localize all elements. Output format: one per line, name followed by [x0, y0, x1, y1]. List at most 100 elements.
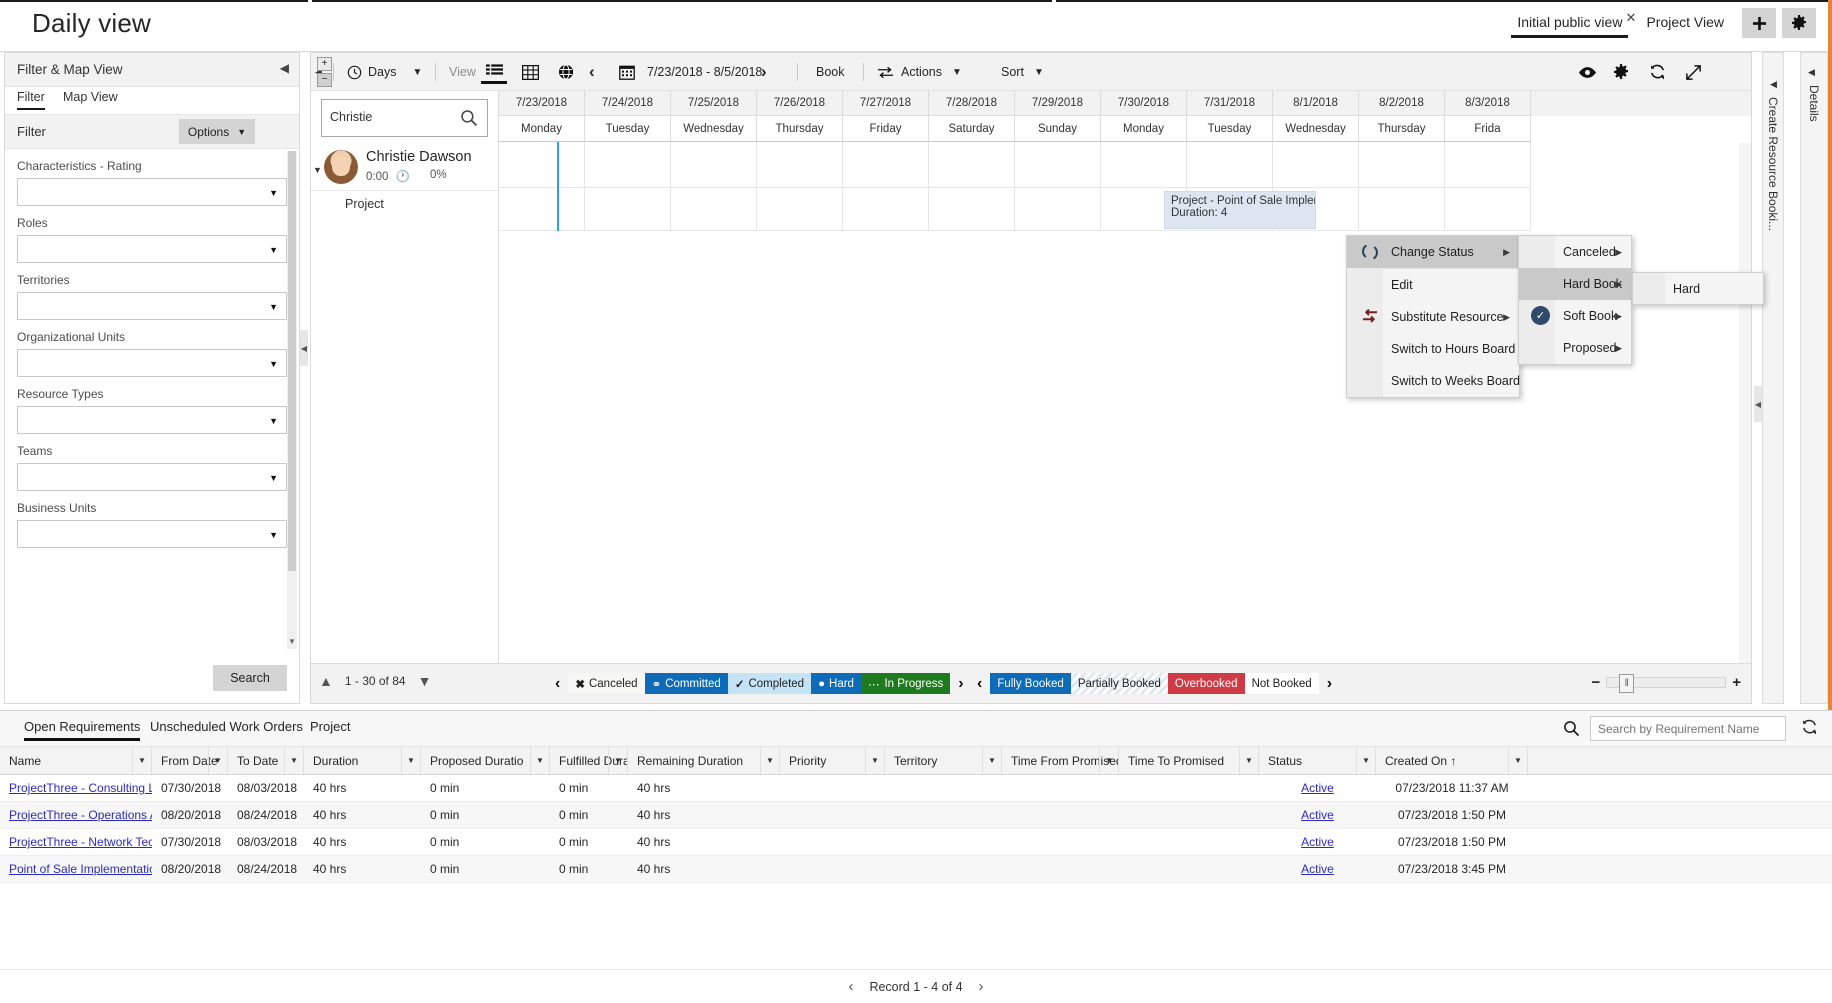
zoom-in-button[interactable]: +: [317, 57, 332, 71]
booking-block[interactable]: Project - Point of Sale Implemen Duratio…: [1164, 191, 1316, 229]
page-up-icon[interactable]: ▲: [319, 673, 333, 689]
organizational-units-select[interactable]: ▼: [17, 349, 287, 377]
col-remaining-duration[interactable]: Remaining Duration ▼: [628, 747, 780, 774]
legend-in-progress[interactable]: ⋯ In Progress: [860, 673, 951, 694]
col-to-date[interactable]: To Date ▼: [228, 747, 304, 774]
scheduler-splitter[interactable]: ◀: [1754, 386, 1762, 422]
requirement-link[interactable]: ProjectThree - Network Technician: [9, 835, 152, 849]
requirement-link[interactable]: ProjectThree - Consulting Lead: [9, 781, 152, 795]
date-cell[interactable]: 7/23/2018: [499, 91, 585, 116]
col-duration[interactable]: Duration ▼: [304, 747, 421, 774]
legend-overbooked[interactable]: Overbooked: [1167, 673, 1245, 694]
expand-collapse-icon[interactable]: ▼: [313, 165, 322, 175]
date-cell[interactable]: 7/27/2018: [843, 91, 929, 116]
hard-book-item-hard[interactable]: Hard: [1633, 273, 1763, 304]
chevron-left-icon[interactable]: ◀: [1808, 67, 1815, 78]
booking-legend-next[interactable]: ›: [1319, 675, 1340, 693]
date-cell[interactable]: 7/24/2018: [585, 91, 671, 116]
menu-item-change-status[interactable]: Change Status ▶: [1347, 236, 1519, 268]
menu-item-edit[interactable]: Edit: [1347, 269, 1519, 301]
scheduler-vertical-scrollbar[interactable]: [1739, 143, 1751, 663]
resource-search[interactable]: [321, 99, 488, 137]
status-item-soft-book[interactable]: ✓ Soft Book ▶: [1519, 300, 1631, 332]
col-fulfilled-duration[interactable]: Fulfilled Duration▼: [550, 747, 628, 774]
requirement-link[interactable]: Point of Sale Implementation - O...: [9, 862, 152, 876]
date-cell[interactable]: 7/31/2018: [1187, 91, 1273, 116]
col-created-on[interactable]: Created On ↑ ▼: [1376, 747, 1528, 774]
characteristics-rating-select[interactable]: ▼: [17, 178, 287, 206]
zoom-slider-thumb[interactable]: ‖: [1619, 674, 1635, 693]
date-cell[interactable]: 8/2/2018: [1359, 91, 1445, 116]
search-button[interactable]: Search: [213, 665, 287, 691]
options-button[interactable]: Options ▼: [179, 119, 255, 144]
filter-icon[interactable]: ▼: [1356, 747, 1375, 774]
create-resource-booking-rail[interactable]: ◀ Create Resource Booki...: [1762, 52, 1784, 704]
filter-icon[interactable]: ▼: [608, 747, 627, 774]
legend-hard[interactable]: ● Hard: [811, 673, 861, 694]
prev-record-icon[interactable]: ‹: [848, 978, 853, 995]
next-record-icon[interactable]: ›: [979, 978, 984, 995]
filter-icon[interactable]: ▼: [760, 747, 779, 774]
project-lane[interactable]: [499, 188, 1751, 231]
resource-row[interactable]: ▼ Christie Dawson 0:00 🕐 0% Project: [311, 145, 498, 211]
prev-period-button[interactable]: ‹: [589, 53, 595, 91]
col-name[interactable]: Name ▼: [0, 747, 152, 774]
col-status[interactable]: Status ▼: [1259, 747, 1376, 774]
filter-icon[interactable]: ▼: [1508, 747, 1527, 774]
menu-item-switch-hours-board[interactable]: Switch to Hours Board: [1347, 333, 1519, 365]
table-row[interactable]: ProjectThree - Network Technician 07/30/…: [0, 829, 1832, 856]
filter-icon[interactable]: ▼: [530, 747, 549, 774]
date-cell[interactable]: 7/28/2018: [929, 91, 1015, 116]
filter-icon[interactable]: ▼: [982, 747, 1001, 774]
roles-select[interactable]: ▼: [17, 235, 287, 263]
table-row[interactable]: Point of Sale Implementation - O... 08/2…: [0, 856, 1832, 883]
filter-icon[interactable]: ▼: [208, 747, 227, 774]
date-cell[interactable]: 8/1/2018: [1273, 91, 1359, 116]
panel-splitter[interactable]: ◀: [300, 330, 308, 366]
col-priority[interactable]: Priority ▼: [780, 747, 885, 774]
tab-map-view[interactable]: Map View: [63, 90, 118, 110]
sort-menu[interactable]: Sort ▼: [1001, 53, 1044, 91]
col-time-to-promised[interactable]: Time To Promised ▼: [1119, 747, 1259, 774]
search-icon[interactable]: [1563, 720, 1580, 740]
col-time-from-promised[interactable]: Time From Promised ▼: [1002, 747, 1119, 774]
legend-committed[interactable]: ⚭ Committed: [644, 673, 728, 694]
requirement-link[interactable]: ProjectThree - Operations Analyst: [9, 808, 152, 822]
filter-scrollbar[interactable]: ▼: [287, 151, 297, 649]
filter-icon[interactable]: ▼: [1239, 747, 1258, 774]
date-cell[interactable]: 7/29/2018: [1015, 91, 1101, 116]
visibility-button[interactable]: [1578, 53, 1597, 91]
scale-selector[interactable]: Days ▼: [347, 53, 422, 91]
status-legend-prev[interactable]: ‹: [547, 675, 568, 693]
zoom-out-button[interactable]: −: [317, 73, 332, 87]
date-cell[interactable]: 7/25/2018: [671, 91, 757, 116]
tab-initial-public-view[interactable]: Initial public view ✕: [1505, 8, 1636, 40]
status-item-canceled[interactable]: Canceled ▶: [1519, 236, 1631, 268]
date-cell[interactable]: 7/30/2018: [1101, 91, 1187, 116]
col-territory[interactable]: Territory ▼: [885, 747, 1002, 774]
chevron-left-icon[interactable]: ◀: [1770, 79, 1777, 90]
requirement-search-input[interactable]: [1591, 717, 1785, 740]
actions-menu[interactable]: Actions ▼: [877, 53, 962, 91]
status-item-hard-book[interactable]: Hard Book ▶: [1519, 268, 1631, 300]
filter-icon[interactable]: ▼: [132, 747, 151, 774]
status-item-proposed[interactable]: Proposed ▶: [1519, 332, 1631, 364]
menu-item-switch-weeks-board[interactable]: Switch to Weeks Board: [1347, 365, 1520, 397]
zoom-slider-track[interactable]: ‖: [1606, 674, 1727, 693]
filter-scrollbar-thumb[interactable]: [288, 151, 296, 571]
refresh-button[interactable]: [1649, 53, 1666, 91]
book-button[interactable]: Book: [816, 53, 845, 91]
resource-lane[interactable]: [499, 142, 1751, 188]
legend-partially-booked[interactable]: Partially Booked: [1070, 673, 1168, 694]
menu-item-substitute-resource[interactable]: Substitute Resource ▶: [1347, 301, 1519, 333]
list-view-icon[interactable]: [481, 60, 507, 84]
calendar-picker-button[interactable]: [619, 53, 635, 91]
date-cell[interactable]: 8/3/2018: [1445, 91, 1531, 116]
search-icon[interactable]: [460, 109, 478, 130]
chevron-left-icon[interactable]: ◀: [280, 61, 289, 75]
territories-select[interactable]: ▼: [17, 292, 287, 320]
col-proposed-duration[interactable]: Proposed Duratio ▼: [421, 747, 550, 774]
zoom-out-icon[interactable]: −: [1591, 674, 1600, 691]
map-view-icon[interactable]: [553, 60, 579, 84]
table-row[interactable]: ProjectThree - Consulting Lead 07/30/201…: [0, 775, 1832, 802]
